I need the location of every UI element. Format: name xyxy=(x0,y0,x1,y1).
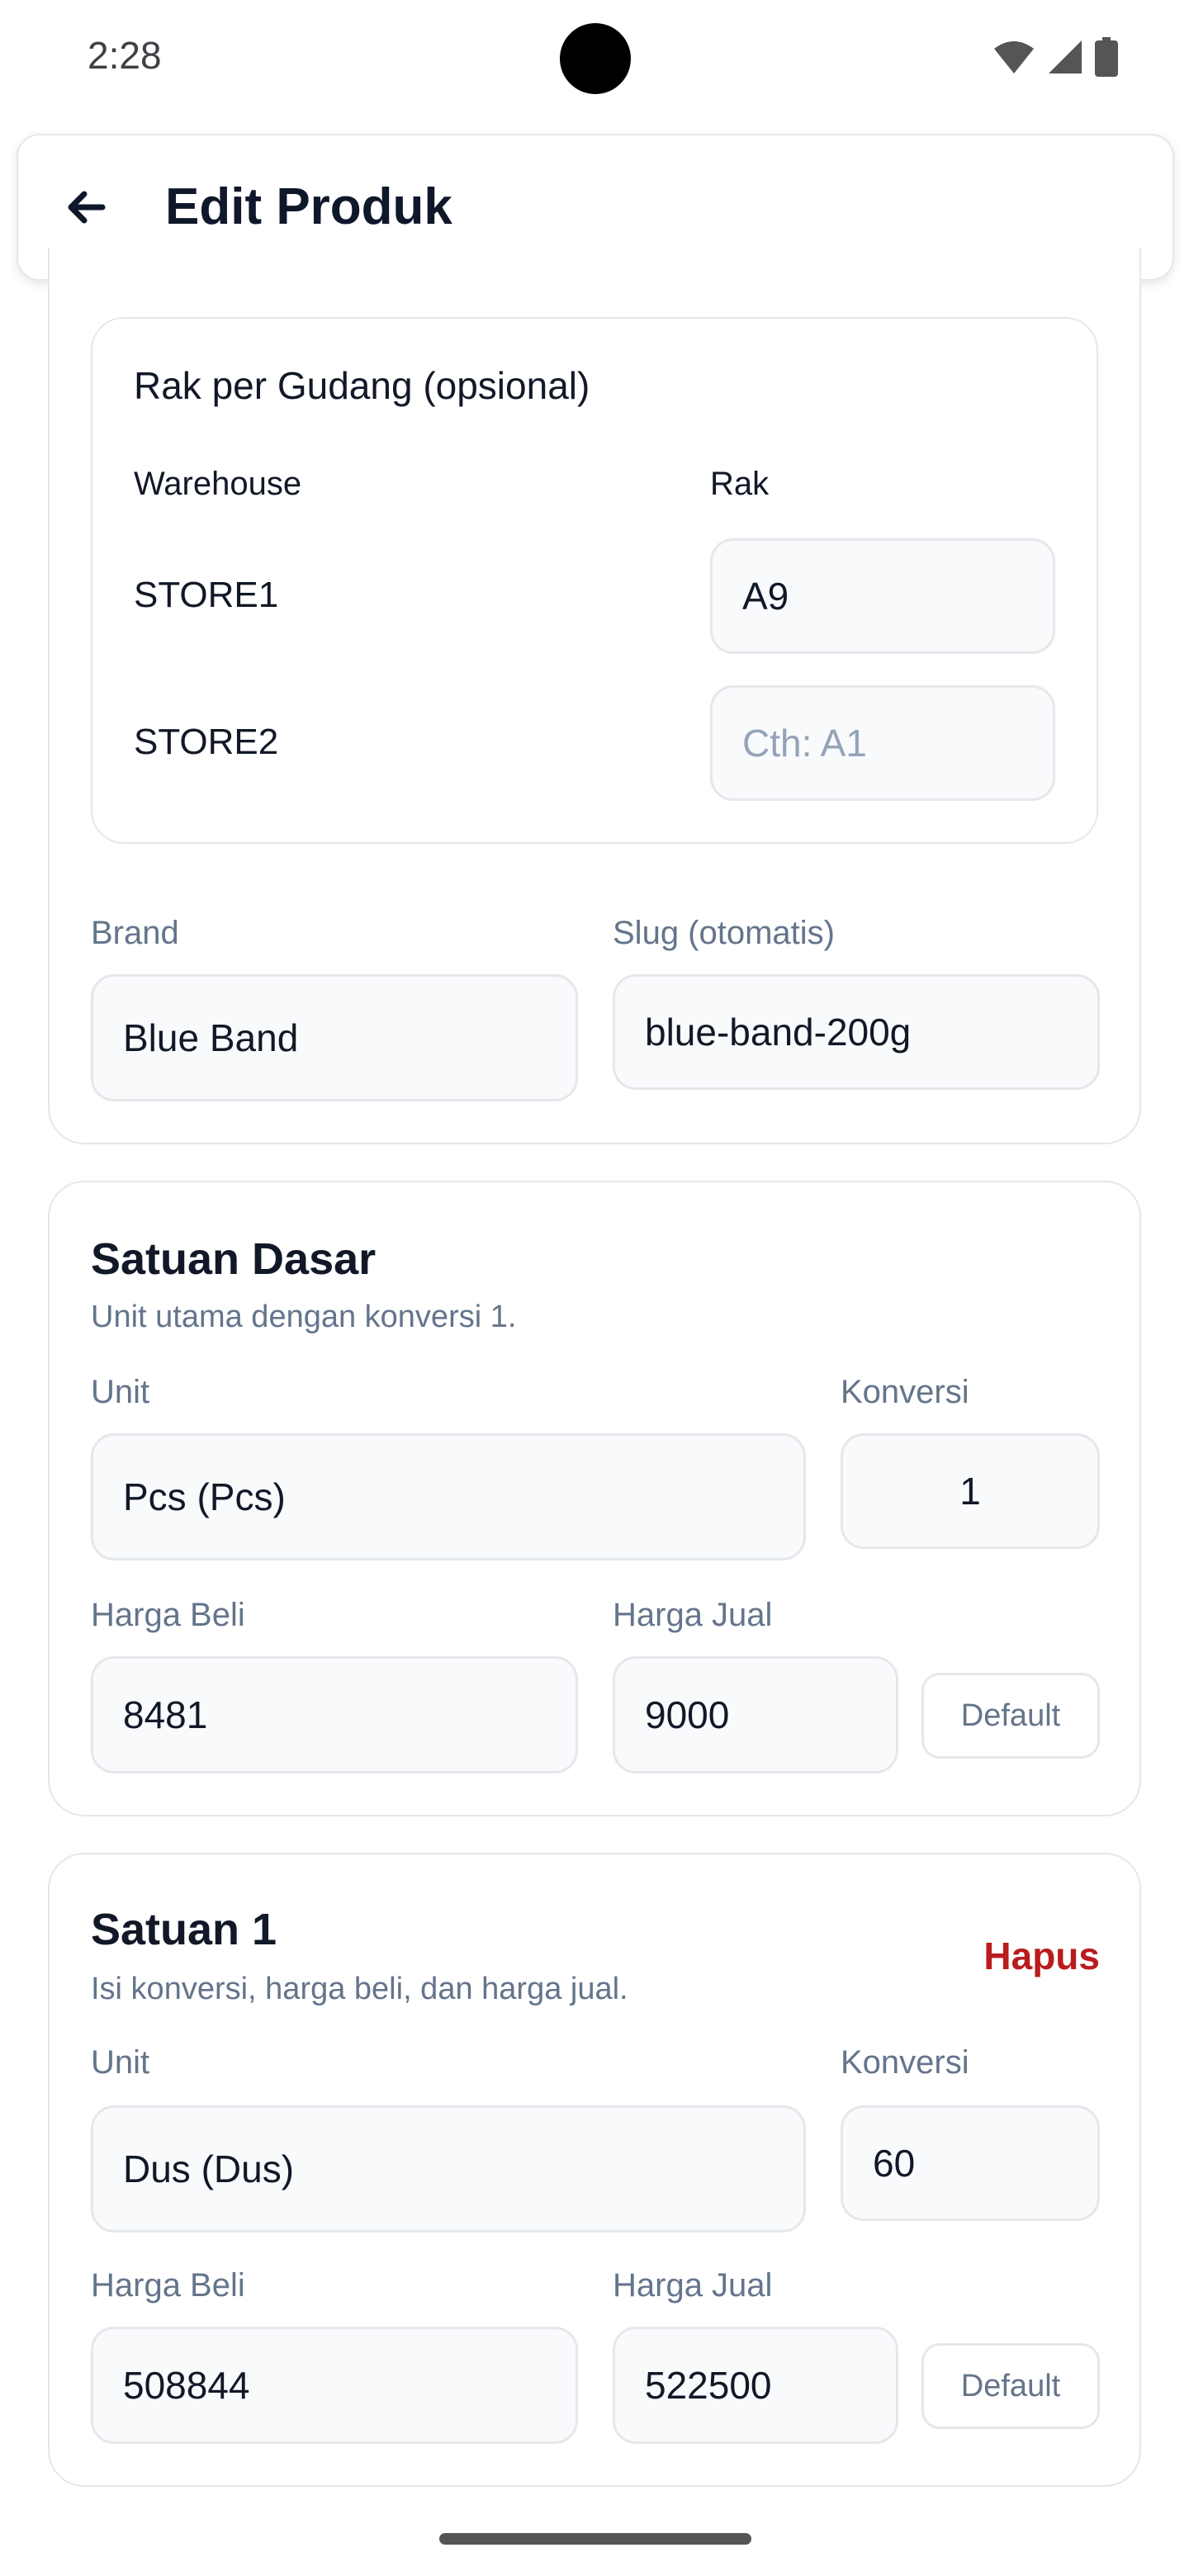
battery-icon xyxy=(1095,37,1118,77)
rack-input-store1[interactable] xyxy=(710,538,1055,654)
rack-column-header: Rak xyxy=(710,466,770,502)
buy-price-label: Harga Beli xyxy=(91,1597,245,1633)
status-time: 2:28 xyxy=(88,34,162,77)
unit-1-subtitle: Isi konversi, harga beli, dan harga jual… xyxy=(91,1972,628,2006)
warehouse-column-header: Warehouse xyxy=(134,466,302,502)
base-conversion-input[interactable] xyxy=(841,1433,1100,1549)
unit-1-title: Satuan 1 xyxy=(91,1905,277,1954)
back-button[interactable] xyxy=(50,172,121,243)
home-indicator[interactable] xyxy=(439,2533,751,2545)
warehouse-name: STORE1 xyxy=(134,575,279,615)
sell-price-label: Harga Jual xyxy=(613,2267,773,2304)
base-unit-subtitle: Unit utama dengan konversi 1. xyxy=(91,1300,517,1334)
brand-label: Brand xyxy=(91,915,179,951)
slug-input[interactable] xyxy=(613,974,1100,1090)
page-title: Edit Produk xyxy=(165,178,452,235)
unit-1-select[interactable] xyxy=(91,2105,806,2233)
base-unit-title: Satuan Dasar xyxy=(91,1234,377,1284)
default-button[interactable]: Default xyxy=(921,2343,1100,2429)
base-buy-price-input[interactable] xyxy=(91,1656,578,1773)
buy-price-label: Harga Beli xyxy=(91,2267,245,2304)
brand-input[interactable] xyxy=(91,974,578,1101)
base-unit-select[interactable] xyxy=(91,1433,806,1560)
rack-input-store2[interactable] xyxy=(710,685,1055,801)
unit-1-conversion-input[interactable] xyxy=(841,2105,1100,2221)
conversion-label: Konversi xyxy=(841,2044,969,2081)
delete-unit-button[interactable]: Hapus xyxy=(983,1934,1100,1978)
warehouse-name: STORE2 xyxy=(134,722,279,762)
default-button[interactable]: Default xyxy=(921,1673,1100,1759)
base-sell-price-input[interactable] xyxy=(613,1656,898,1773)
signal-icon xyxy=(1049,40,1082,73)
unit-label: Unit xyxy=(91,2044,150,2081)
conversion-label: Konversi xyxy=(841,1374,969,1410)
unit-1-buy-price-input[interactable] xyxy=(91,2327,578,2444)
unit-label: Unit xyxy=(91,1374,150,1410)
slug-label: Slug (otomatis) xyxy=(613,915,835,951)
camera-cutout xyxy=(560,23,631,94)
unit-1-sell-price-input[interactable] xyxy=(613,2327,898,2444)
sell-price-label: Harga Jual xyxy=(613,1597,773,1633)
status-icons xyxy=(992,36,1118,78)
arrow-left-icon xyxy=(68,191,106,224)
rack-section-title: Rak per Gudang (opsional) xyxy=(134,364,590,407)
wifi-icon xyxy=(994,41,1034,73)
